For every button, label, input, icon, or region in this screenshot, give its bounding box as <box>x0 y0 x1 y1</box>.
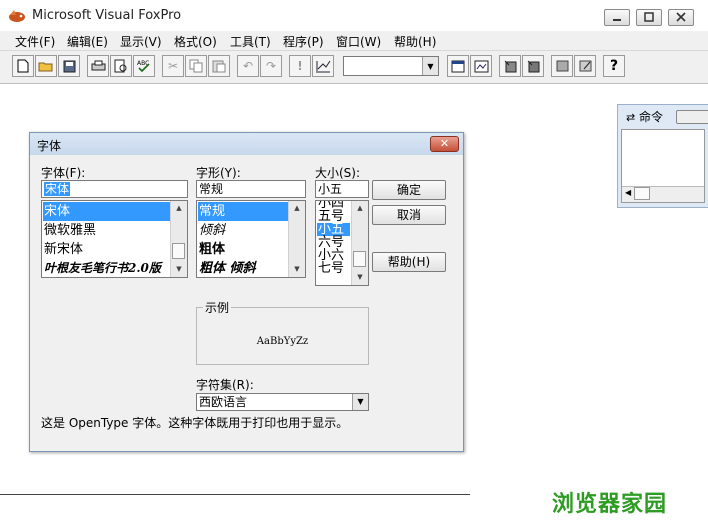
copy-icon[interactable] <box>185 55 207 77</box>
chevron-down-icon[interactable]: ▼ <box>352 394 368 410</box>
menu-format[interactable]: 格式(O) <box>174 33 217 50</box>
undo-icon[interactable]: ↶ <box>237 55 259 77</box>
list-item[interactable]: 七号 <box>317 262 344 275</box>
cut-icon[interactable]: ✂ <box>162 55 184 77</box>
redo-icon[interactable]: ↷ <box>260 55 282 77</box>
data-session-icon[interactable] <box>470 55 492 77</box>
toolbar: ABC ✂ ↶ ↷ ! ▼ ? <box>0 51 708 84</box>
run-icon[interactable]: ! <box>289 55 311 77</box>
autoform-icon[interactable] <box>551 55 573 77</box>
dialog-title-bar: 字体 ✕ <box>30 133 463 155</box>
menu-window[interactable]: 窗口(W) <box>336 33 381 50</box>
menu-program[interactable]: 程序(P) <box>283 33 324 50</box>
list-item[interactable]: 新宋体 <box>43 240 83 259</box>
list-item[interactable]: 叶根友毛笔行书2.0版 <box>43 259 161 277</box>
restore-button[interactable] <box>636 9 662 26</box>
list-item[interactable]: 粗体 倾斜 <box>198 259 256 277</box>
menu-bar: 文件(F) 编辑(E) 显示(V) 格式(O) 工具(T) 程序(P) 窗口(W… <box>0 31 708 51</box>
list-item[interactable]: 微软雅黑 <box>43 221 96 240</box>
form-wizard-icon[interactable] <box>499 55 521 77</box>
watermark-logo: 浏览器家园 <box>552 492 668 517</box>
window-title: Microsoft Visual FoxPro <box>32 8 182 23</box>
list-item[interactable]: 常规 <box>198 202 289 221</box>
font-description: 这是 OpenType 字体。这种字体既用于打印也用于显示。 <box>41 416 349 430</box>
foxpro-app-icon[interactable] <box>8 9 26 23</box>
command-minimize-button[interactable] <box>676 110 708 124</box>
font-name-input[interactable]: 宋体 <box>41 180 188 198</box>
font-size-input[interactable]: 小五 <box>315 180 369 198</box>
command-window-icon[interactable] <box>447 55 469 77</box>
sample-label: 示例 <box>203 299 232 316</box>
style-label: 字形(Y): <box>196 166 241 180</box>
sample-group: 示例 AaBbYyZz <box>196 299 369 365</box>
autoreport-icon[interactable] <box>574 55 596 77</box>
scroll-thumb[interactable] <box>634 187 650 200</box>
chevron-down-icon[interactable]: ▼ <box>422 57 438 75</box>
paste-icon[interactable] <box>208 55 230 77</box>
scroll-thumb[interactable] <box>353 251 366 267</box>
scroll-left-icon[interactable]: ◀ <box>625 188 631 197</box>
database-combo[interactable]: ▼ <box>343 56 439 76</box>
font-size-list[interactable]: 小四 五号 小五 六号 小六 七号 ▲ ▼ <box>315 200 369 286</box>
list-item[interactable]: 粗体 <box>198 240 225 259</box>
font-label: 字体(F): <box>41 166 86 180</box>
scroll-up-icon[interactable]: ▲ <box>289 201 305 216</box>
command-window[interactable]: ⇄ 命令 ◀ <box>617 104 708 208</box>
help-button[interactable]: 帮助(H) <box>372 252 446 272</box>
menu-view[interactable]: 显示(V) <box>120 33 162 50</box>
size-list-scrollbar[interactable]: ▲ ▼ <box>351 201 368 285</box>
print-icon[interactable] <box>87 55 109 77</box>
save-icon[interactable] <box>58 55 80 77</box>
charset-label: 字符集(R): <box>196 378 254 392</box>
font-dialog: 字体 ✕ 字体(F): 宋体 宋体 微软雅黑 新宋体 叶根友毛笔行书2.0版 ▲… <box>29 132 464 452</box>
spell-check-icon[interactable]: ABC <box>133 55 155 77</box>
command-horizontal-scrollbar[interactable]: ◀ <box>622 186 704 202</box>
font-style-input[interactable]: 常规 <box>196 180 306 198</box>
help-question-icon[interactable]: ? <box>603 55 625 77</box>
scroll-thumb[interactable] <box>172 243 185 259</box>
new-file-icon[interactable] <box>12 55 34 77</box>
minimize-button[interactable] <box>604 9 630 26</box>
command-window-title: ⇄ 命令 <box>626 110 664 124</box>
menu-file[interactable]: 文件(F) <box>15 33 55 50</box>
scroll-down-icon[interactable]: ▼ <box>352 270 368 285</box>
sample-text: AaBbYyZz <box>256 336 309 347</box>
dialog-close-icon[interactable]: ✕ <box>430 136 459 152</box>
size-label: 大小(S): <box>315 166 361 180</box>
command-icon: ⇄ <box>626 111 636 124</box>
scroll-up-icon[interactable]: ▲ <box>352 201 368 216</box>
menu-edit[interactable]: 编辑(E) <box>67 33 108 50</box>
ok-button[interactable]: 确定 <box>372 180 446 200</box>
scroll-down-icon[interactable]: ▼ <box>289 262 305 277</box>
dialog-title: 字体 <box>37 139 62 153</box>
cancel-button[interactable]: 取消 <box>372 205 446 225</box>
divider <box>0 494 470 495</box>
font-list-scrollbar[interactable]: ▲ ▼ <box>170 201 187 277</box>
list-item[interactable]: 宋体 <box>43 202 171 221</box>
scroll-down-icon[interactable]: ▼ <box>171 262 187 277</box>
scroll-up-icon[interactable]: ▲ <box>171 201 187 216</box>
report-wizard-icon[interactable] <box>522 55 544 77</box>
charset-select[interactable]: 西欧语言 ▼ <box>196 393 369 411</box>
open-folder-icon[interactable] <box>35 55 57 77</box>
menu-help[interactable]: 帮助(H) <box>394 33 436 50</box>
close-button[interactable] <box>668 9 694 26</box>
command-input-area[interactable]: ◀ <box>621 129 705 203</box>
title-bar: Microsoft Visual FoxPro <box>0 0 708 32</box>
font-name-list[interactable]: 宋体 微软雅黑 新宋体 叶根友毛笔行书2.0版 ▲ ▼ <box>41 200 188 278</box>
menu-tools[interactable]: 工具(T) <box>230 33 271 50</box>
list-item[interactable]: 倾斜 <box>198 221 225 240</box>
modify-form-icon[interactable] <box>312 55 334 77</box>
print-preview-icon[interactable] <box>110 55 132 77</box>
font-style-list[interactable]: 常规 倾斜 粗体 粗体 倾斜 ▲ ▼ <box>196 200 306 278</box>
style-list-scrollbar[interactable]: ▲ ▼ <box>288 201 305 277</box>
